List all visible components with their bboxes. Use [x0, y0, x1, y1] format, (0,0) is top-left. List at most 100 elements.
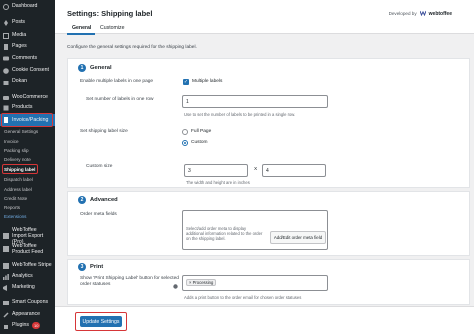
sidebar-item-cookie-consent[interactable]: Cookie Consent — [0, 67, 55, 74]
section-number: 2 — [78, 196, 86, 204]
comment-icon — [3, 56, 9, 62]
section-number: 1 — [78, 64, 86, 72]
webtoffee-logo-icon — [419, 10, 427, 17]
submenu-delivery-note[interactable]: Delivery note — [0, 157, 55, 162]
times-symbol: X — [254, 167, 258, 172]
submenu-extensions[interactable]: Extensions — [0, 214, 55, 219]
sidebar-item-stripe[interactable]: WebToffee Stripe — [0, 262, 55, 269]
advanced-section: 2 Advanced Order meta fields Select/add … — [67, 191, 470, 256]
print-button-statuses-label: Show 'Print Shipping Label' button for s… — [80, 276, 179, 287]
sidebar-item-label: WebToffee Product Feed — [12, 243, 44, 255]
submenu-dispatch-label[interactable]: Dispatch label — [0, 177, 55, 182]
info-icon — [173, 276, 178, 294]
sidebar-item-label: Cookie Consent — [12, 67, 49, 73]
developer-logo-text: webtoffee — [428, 10, 452, 17]
order-meta-help: Select/add order meta to display additio… — [186, 226, 263, 242]
sidebar-item-products[interactable]: Products — [0, 104, 55, 111]
labels-per-row-input[interactable] — [182, 95, 328, 108]
store-icon — [3, 79, 9, 85]
sidebar-item-label: Analytics — [12, 273, 33, 279]
multiple-labels-label: Enable multiple labels in one page — [80, 79, 154, 84]
sidebar-item-dashboard[interactable]: Dashboard — [0, 3, 55, 10]
sidebar-item-smart-coupons[interactable]: Smart Coupons — [0, 299, 55, 306]
tab-customize[interactable]: Customize — [100, 25, 125, 31]
sidebar-item-woocommerce[interactable]: WooCommerce — [0, 94, 55, 101]
order-status-select[interactable]: × Processing — [182, 275, 328, 291]
megaphone-icon — [3, 284, 9, 291]
stripe-icon — [3, 262, 9, 269]
developer-credit: Developed by webtoffee — [389, 10, 452, 17]
labels-per-row-label: Set number of labels in one row — [86, 97, 154, 102]
sidebar-item-posts[interactable]: Posts — [0, 19, 55, 26]
submenu-packing-slip[interactable]: Packing slip — [0, 148, 55, 153]
labels-per-row-help: Use to set the number of labels to be pr… — [184, 112, 296, 117]
section-title: Print — [90, 264, 104, 270]
add-edit-order-meta-button[interactable]: Add/Edit order meta field — [270, 231, 326, 244]
sidebar-item-comments[interactable]: Comments — [0, 55, 55, 62]
label-size-label: Set shipping label size — [80, 129, 128, 134]
sidebar-item-plugins[interactable]: Plugins 10 — [0, 322, 55, 329]
sidebar-item-label: Pages — [12, 43, 27, 49]
submenu-reports[interactable]: Reports — [0, 205, 55, 210]
media-icon — [3, 32, 9, 39]
box-icon — [3, 105, 9, 111]
submenu-general-settings[interactable]: General Settings — [0, 129, 55, 134]
brush-icon — [3, 311, 9, 318]
sidebar-item-label: Media — [12, 32, 27, 38]
feed-icon — [3, 246, 9, 252]
highlight-box-invoice-packing — [1, 113, 53, 127]
sidebar-item-label: WooCommerce — [12, 94, 48, 100]
submenu-invoice[interactable]: Invoice — [0, 139, 55, 144]
sidebar-item-analytics[interactable]: Analytics — [0, 273, 55, 280]
size-custom-label: Custom — [191, 140, 208, 145]
sidebar-item-label: Appearance — [12, 311, 40, 317]
status-tag-processing[interactable]: × Processing — [186, 279, 217, 286]
sidebar-item-marketing[interactable]: Marketing — [0, 284, 55, 291]
general-section: 1 General Enable multiple labels in one … — [67, 58, 470, 188]
print-help: Adds a print button to the order email f… — [184, 295, 302, 300]
checkmark-icon: ✓ — [183, 79, 189, 85]
sidebar-item-label: Comments — [12, 55, 38, 61]
sidebar-item-dokan[interactable]: Dokan — [0, 78, 55, 85]
footer-bar: Update Settings — [55, 306, 474, 334]
section-title: Advanced — [90, 197, 118, 203]
page-icon — [3, 43, 9, 50]
analytics-icon — [3, 273, 9, 280]
sidebar-item-product-feed[interactable]: WebToffee Product Feed — [0, 243, 52, 255]
order-meta-label: Order meta fields — [80, 212, 117, 217]
highlight-box-update-button — [75, 312, 127, 331]
coupon-icon — [3, 300, 9, 306]
submenu-credit-note[interactable]: Credit Note — [0, 196, 55, 201]
height-input[interactable] — [262, 164, 326, 177]
custom-size-label: Custom size — [86, 164, 113, 169]
sidebar-item-label: Marketing — [12, 284, 35, 290]
active-tab-indicator — [67, 33, 95, 35]
print-section: 3 Print Show 'Print Shipping Label' butt… — [67, 259, 470, 305]
size-help: The width and height are in inches — [186, 180, 250, 185]
section-number: 3 — [78, 263, 86, 271]
sidebar-item-pages[interactable]: Pages — [0, 43, 55, 50]
admin-sidebar: Dashboard Posts Media Pages Comments Coo… — [0, 0, 55, 334]
sidebar-item-media[interactable]: Media — [0, 32, 55, 39]
width-input[interactable] — [184, 164, 248, 177]
order-meta-box[interactable]: Select/add order meta to display additio… — [182, 210, 328, 250]
sidebar-item-appearance[interactable]: Appearance — [0, 311, 55, 318]
section-title: General — [90, 65, 112, 71]
tab-general[interactable]: General — [72, 25, 91, 31]
size-custom-radio[interactable] — [182, 140, 188, 146]
woo-icon — [3, 95, 9, 101]
pin-icon — [3, 19, 9, 26]
plugin-icon — [3, 323, 9, 329]
sidebar-item-label: Dashboard — [12, 3, 38, 9]
cookie-icon — [3, 67, 9, 74]
sidebar-item-label: Dokan — [12, 78, 27, 84]
highlight-box-shipping-label — [2, 164, 38, 174]
submenu-address-label[interactable]: Address label — [0, 187, 55, 192]
multiple-labels-checkbox[interactable]: ✓ — [183, 79, 189, 85]
page-description: Configure the general settings required … — [67, 45, 197, 50]
sidebar-item-label: WebToffee Stripe — [12, 262, 52, 268]
size-fullpage-radio[interactable] — [182, 129, 188, 135]
sidebar-item-label: Smart Coupons — [12, 299, 49, 305]
sidebar-item-label: Products — [12, 104, 33, 110]
import-icon — [3, 233, 9, 239]
